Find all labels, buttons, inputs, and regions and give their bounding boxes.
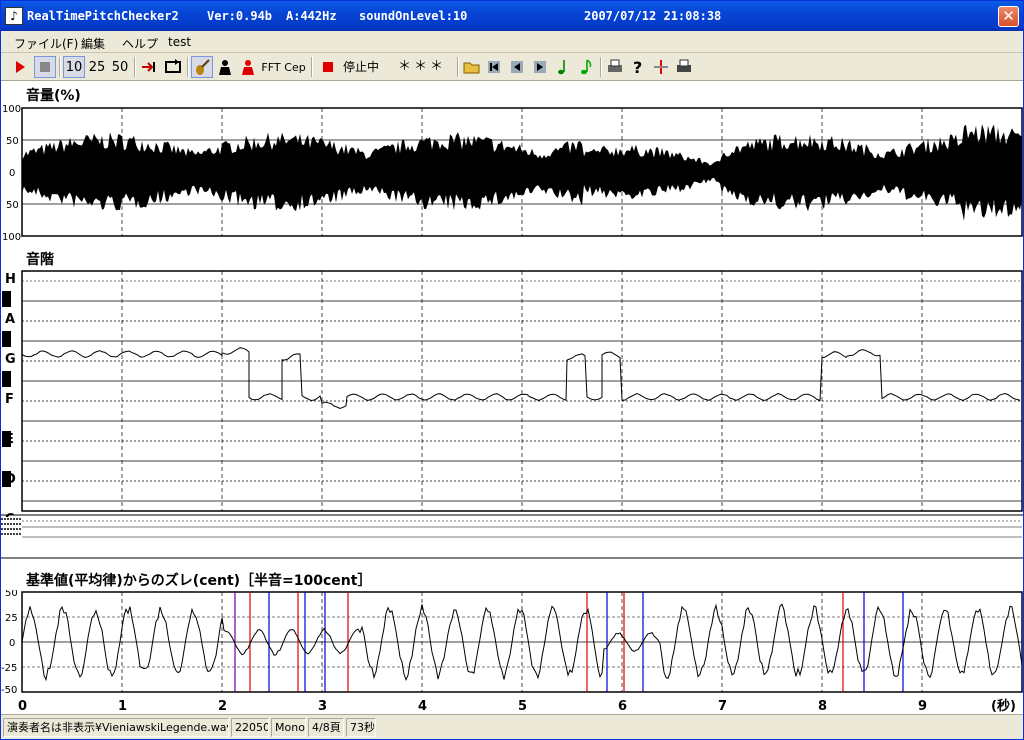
status-channels: Mono	[271, 718, 306, 737]
scale-title: 音階	[26, 252, 54, 268]
menu-help[interactable]: ヘルプ	[122, 35, 158, 52]
x-tick-7: 7	[718, 699, 727, 714]
record-icon[interactable]	[317, 56, 339, 78]
status-page: 4/8頁	[308, 718, 344, 737]
note-readout: ＊＊＊	[397, 59, 446, 74]
x-tick-5: 5	[518, 699, 527, 714]
cent-tick-50: 50	[5, 590, 18, 599]
x-tick-3: 3	[318, 699, 327, 714]
version-label: Ver:0.94b	[207, 9, 273, 23]
x-tick-2: 2	[218, 699, 227, 714]
vol-tick-100: 100	[2, 104, 21, 115]
note-label-h: H	[5, 272, 16, 287]
scale-graph[interactable]: HAGFEDC	[1, 269, 1023, 561]
cent-tick-neg25: -25	[1, 663, 17, 674]
vol-tick-0: 0	[9, 168, 15, 179]
x-tick-9: 9	[918, 699, 927, 714]
cep-button[interactable]: Cep	[283, 56, 307, 78]
cent-graph[interactable]: 50 25 0 -25 -50 0 1 2 3 4 5 6 7 8 9 (秒)	[1, 590, 1023, 714]
title-bar[interactable]: ♪ RealTimePitchChecker2 Ver:0.94b A:442H…	[1, 1, 1023, 31]
status-bar: 演奏者名は非表示¥VieniawskiLegende.wav 22050 Mon…	[1, 714, 1023, 739]
x-tick-4: 4	[418, 699, 427, 714]
menu-edit[interactable]: 編集	[81, 35, 105, 52]
folder-open-icon[interactable]	[461, 56, 483, 78]
cent-tick-0: 0	[9, 638, 15, 649]
sound-level-label: soundOnLevel:10	[359, 9, 468, 23]
app-icon[interactable]: ♪	[5, 7, 23, 25]
status-file: 演奏者名は非表示¥VieniawskiLegende.wav	[3, 718, 229, 737]
note-label-a: A	[5, 312, 15, 327]
svg-text:?: ?	[633, 58, 642, 77]
note-green-icon[interactable]	[553, 56, 573, 78]
marker-icon[interactable]	[651, 56, 671, 78]
note-label-g: G	[5, 352, 16, 367]
next-page-icon[interactable]	[530, 56, 550, 78]
menu-file[interactable]: ファイル(F)	[14, 35, 78, 52]
zoom-10-button[interactable]: 10	[63, 56, 85, 78]
cent-tick-25: 25	[5, 613, 18, 624]
volume-graph[interactable]: 100 50 0 50 100	[1, 102, 1023, 240]
help-icon[interactable]: ?	[628, 56, 648, 78]
chart-area: 音量(%) 100 50 0 50 100 音階 HAGFEDC	[1, 82, 1023, 714]
app-window: ♪ RealTimePitchChecker2 Ver:0.94b A:442H…	[0, 0, 1024, 740]
note-green2-icon[interactable]	[576, 56, 596, 78]
menu-bar: ファイル(F) 編集 ヘルプ test	[1, 31, 1023, 53]
datetime-label: 2007/07/12 21:08:38	[584, 9, 722, 23]
app-name: RealTimePitchChecker2	[27, 9, 179, 23]
prev-page-icon[interactable]	[507, 56, 527, 78]
stop-icon[interactable]	[34, 56, 56, 78]
vol-tick-50: 50	[6, 136, 19, 147]
close-button[interactable]: ✕	[998, 6, 1019, 27]
loop-icon[interactable]	[162, 56, 184, 78]
skip-end-icon[interactable]	[138, 56, 160, 78]
x-tick-0: 0	[18, 699, 27, 714]
first-page-icon[interactable]	[484, 56, 504, 78]
print-icon[interactable]	[605, 56, 625, 78]
x-tick-6: 6	[618, 699, 627, 714]
player-icon[interactable]	[214, 56, 236, 78]
fft-button[interactable]: FFT	[260, 56, 282, 78]
status-rate: 22050	[231, 718, 269, 737]
toolbar: 10 25 50 FFT Cep 停止中 ＊＊＊ ?	[1, 53, 1023, 81]
a-freq-label: A:442Hz	[286, 9, 337, 23]
zoom-25-button[interactable]: 25	[86, 56, 108, 78]
status-label: 停止中	[342, 60, 379, 74]
play-icon[interactable]	[9, 56, 31, 78]
x-tick-1: 1	[118, 699, 127, 714]
x-unit-label: (秒)	[991, 698, 1016, 714]
player-red-icon[interactable]	[237, 56, 259, 78]
violin-icon[interactable]	[191, 56, 213, 78]
cent-title: 基準値(平均律)からのズレ(cent)［半音=100cent］	[26, 573, 372, 589]
note-label-d: D	[5, 472, 16, 487]
zoom-50-button[interactable]: 50	[109, 56, 131, 78]
print2-icon[interactable]	[674, 56, 694, 78]
vol-tick-neg100: 100	[2, 232, 21, 240]
note-label-f: F	[5, 392, 14, 407]
x-tick-8: 8	[818, 699, 827, 714]
cent-tick-neg50: -50	[1, 685, 17, 696]
status-duration: 73秒	[346, 718, 376, 737]
note-label-e: E	[5, 432, 14, 447]
menu-test[interactable]: test	[168, 35, 191, 49]
vol-tick-neg50: 50	[6, 200, 19, 211]
